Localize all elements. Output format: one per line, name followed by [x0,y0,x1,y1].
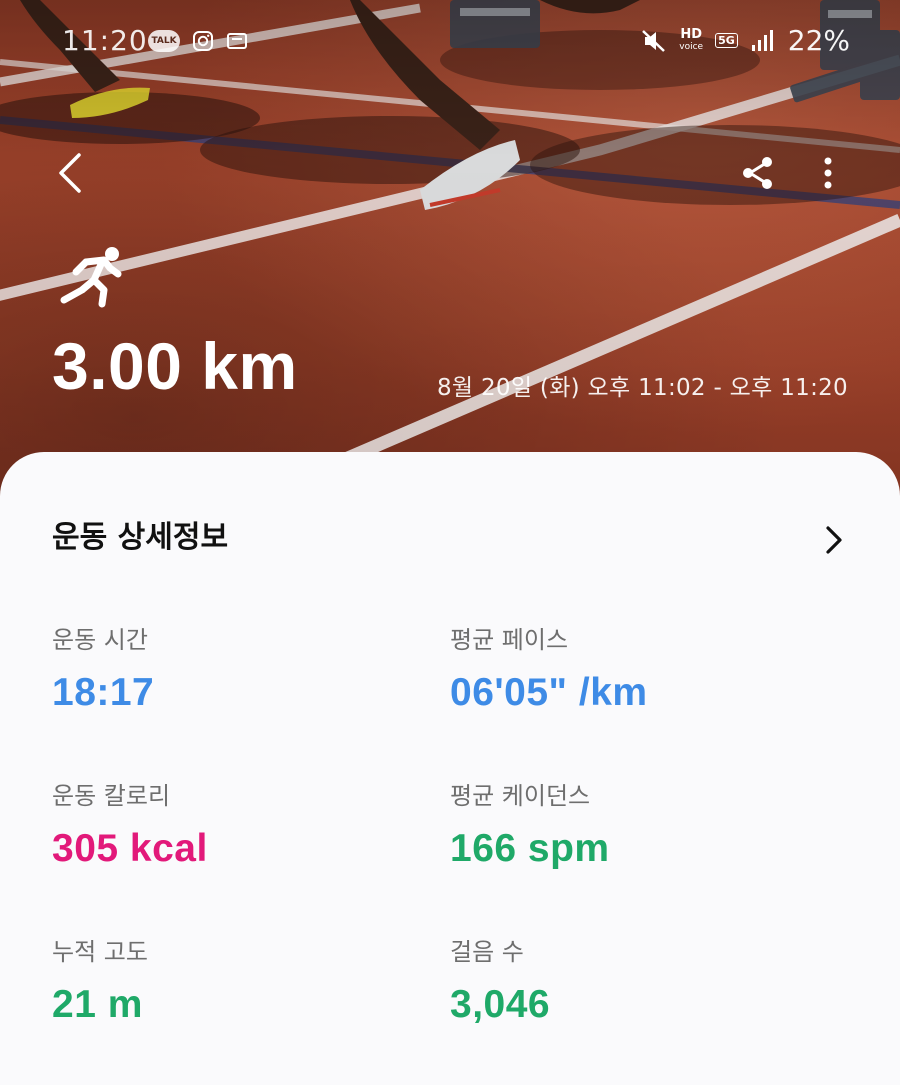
metric-value: 166 spm [450,827,610,870]
metric-label: 운동 칼로리 [52,782,171,810]
metric-label: 평균 케이던스 [450,782,591,810]
hd-voice-icon: HD voice [679,28,703,54]
metric-average-pace: 평균 페이스 06'05" /km [450,620,648,715]
system-icons: HD voice 5G 22% [641,24,850,57]
voice-label: voice [679,41,704,52]
hero-overlay [0,0,900,520]
hero-banner [0,0,900,520]
network-5g-icon: 5G [715,33,738,48]
metric-value: 305 kcal [52,827,208,870]
share-button[interactable] [734,150,780,196]
details-header[interactable]: 운동 상세정보 [52,514,848,564]
metric-value: 3,046 [450,983,551,1026]
running-icon [60,247,122,308]
mute-icon [642,29,666,52]
metric-steps: 걸음 수 3,046 [450,932,550,1027]
hd-label: HD [680,26,702,42]
metric-value: 06'05" /km [450,671,648,714]
metric-value: 21 m [52,983,143,1026]
back-button[interactable] [48,148,92,198]
workout-time-range: 8월 20일 (화) 오후 11:02 - 오후 11:20 [436,375,848,401]
metric-calories: 운동 칼로리 305 kcal [52,776,208,871]
metric-elevation-gain: 누적 고도 21 m [52,932,148,1027]
workout-distance: 3.00 km [52,329,298,403]
signal-icon [751,29,773,51]
kakaotalk-icon: TALK [148,30,180,52]
status-bar: 11:20 TALK HD voice 5G 22% [0,18,900,68]
share-icon [743,157,772,189]
more-options-button[interactable] [810,150,846,196]
message-icon [227,33,247,49]
chevron-left-icon [59,153,81,193]
more-vertical-icon [824,157,832,189]
metric-duration: 운동 시간 18:17 [52,620,154,715]
metric-label: 운동 시간 [52,626,148,654]
status-time: 11:20 [62,24,148,57]
details-title: 운동 상세정보 [52,520,229,555]
chevron-right-icon[interactable] [814,520,854,560]
metric-label: 누적 고도 [52,938,148,966]
metric-label: 걸음 수 [450,938,524,966]
workout-details-card: 운동 상세정보 운동 시간 18:17 평균 페이스 06'05" /km 운동… [0,452,900,1085]
metric-average-cadence: 평균 케이던스 166 spm [450,776,610,871]
metric-value: 18:17 [52,671,155,714]
battery-level: 22% [787,24,850,57]
instagram-icon [193,31,213,51]
notification-icons: TALK [148,30,248,52]
metric-label: 평균 페이스 [450,626,569,654]
